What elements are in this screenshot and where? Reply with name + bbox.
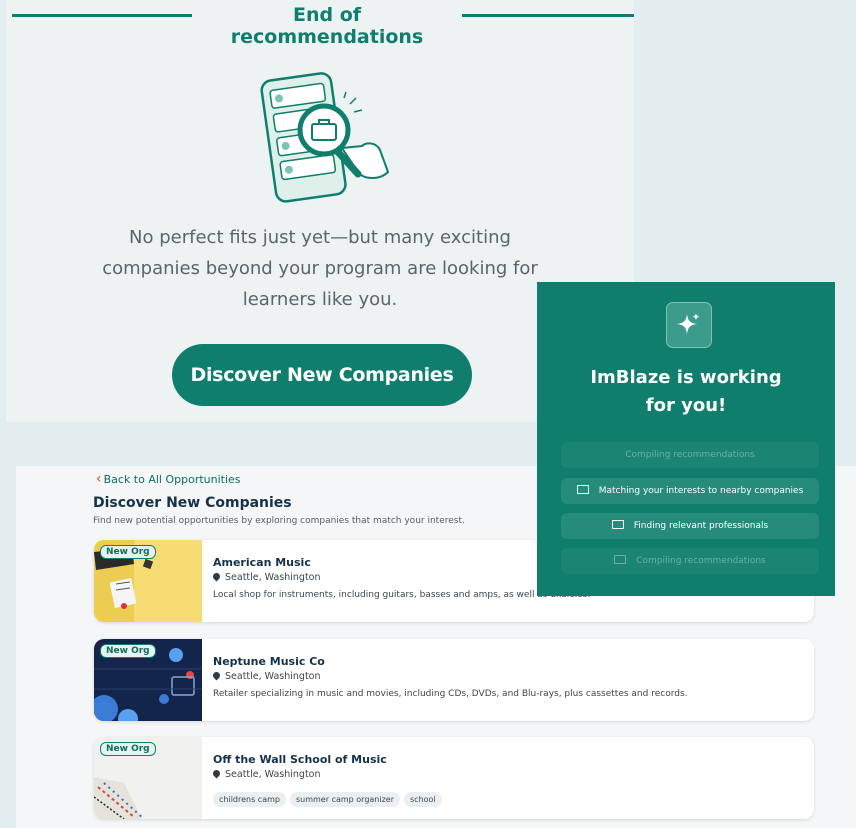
- location-text: Seattle, Washington: [225, 769, 321, 780]
- overlay-title-line: ImBlaze is working: [590, 367, 782, 388]
- company-location: Seattle, Washington: [211, 768, 321, 780]
- back-to-opportunities-link[interactable]: ‹ Back to All Opportunities: [96, 471, 241, 487]
- company-name[interactable]: American Music: [213, 556, 311, 569]
- location-pin-icon: [211, 670, 222, 681]
- company-image: New Org: [94, 639, 202, 721]
- company-name[interactable]: Neptune Music Co: [213, 655, 325, 668]
- sparkle-icon: [666, 302, 712, 348]
- location-text: Seattle, Washington: [225, 572, 321, 583]
- new-org-badge: New Org: [100, 644, 156, 658]
- company-name[interactable]: Off the Wall School of Music: [213, 753, 387, 766]
- location-text: Seattle, Washington: [225, 671, 321, 682]
- progress-step: Compiling recommendations: [561, 548, 819, 574]
- briefcase-icon: [614, 555, 627, 564]
- overlay-title: ImBlaze is working for you!: [537, 364, 835, 420]
- tag-chip[interactable]: childrens camp: [213, 792, 286, 807]
- company-location: Seattle, Washington: [211, 571, 321, 583]
- end-of-recommendations-title: End of recommendations: [230, 4, 424, 48]
- company-image: New Org: [94, 540, 202, 622]
- new-org-badge: New Org: [100, 742, 156, 756]
- imblaze-working-overlay: ImBlaze is working for you! Compiling re…: [537, 282, 835, 596]
- divider-right: [462, 14, 634, 17]
- briefcase-icon: [576, 485, 589, 494]
- chevron-left-icon: ‹: [96, 471, 102, 487]
- message-line: companies beyond your program are lookin…: [102, 258, 538, 279]
- company-description: Local shop for instruments, including gu…: [213, 590, 591, 600]
- briefcase-icon: [611, 520, 624, 529]
- tag-chip[interactable]: summer camp organizer: [289, 792, 401, 807]
- step-label: Matching your interests to nearby compan…: [598, 486, 804, 496]
- page-title: Discover New Companies: [93, 495, 292, 511]
- company-image: New Org: [94, 737, 202, 819]
- message-line: learners like you.: [242, 289, 398, 310]
- company-tags: childrens camp summer camp organizer schoo…: [213, 787, 446, 807]
- page-subtitle: Find new potential opportunities by expl…: [93, 516, 465, 526]
- no-fits-message: No perfect fits just yet—but many exciti…: [90, 222, 550, 315]
- progress-step: Matching your interests to nearby compan…: [561, 478, 819, 504]
- step-label: Compiling recommendations: [636, 556, 766, 566]
- new-org-badge: New Org: [100, 545, 156, 559]
- step-label: Finding relevant professionals: [633, 521, 769, 531]
- location-pin-icon: [211, 768, 222, 779]
- location-pin-icon: [211, 571, 222, 582]
- tag-chip[interactable]: school: [404, 792, 442, 807]
- step-label: Compiling recommendations: [625, 450, 755, 460]
- discover-new-companies-button[interactable]: Discover New Companies: [172, 344, 472, 406]
- overlay-title-line: for you!: [645, 395, 727, 416]
- company-description: Retailer specializing in music and movie…: [213, 689, 688, 699]
- company-card[interactable]: New Org Off the Wall School of Music Sea…: [94, 737, 814, 819]
- company-location: Seattle, Washington: [211, 670, 321, 682]
- progress-step: Finding relevant professionals: [561, 513, 819, 539]
- progress-step: Compiling recommendations: [561, 442, 819, 468]
- back-link-label: Back to All Opportunities: [103, 473, 241, 486]
- message-line: No perfect fits just yet—but many exciti…: [129, 227, 511, 248]
- phone-magnifier-illustration: [260, 72, 390, 203]
- company-card[interactable]: New Org Neptune Music Co Seattle, Washin…: [94, 639, 814, 721]
- divider-left: [12, 14, 192, 17]
